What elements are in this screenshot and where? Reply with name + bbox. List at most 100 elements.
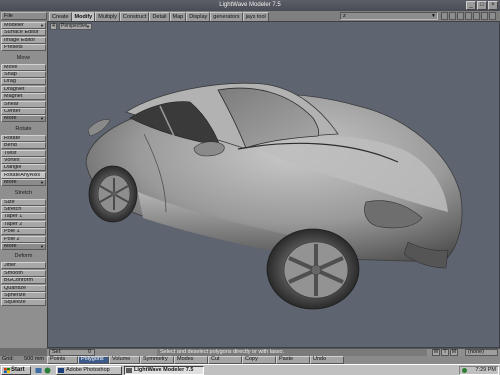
maximize-button[interactable]: □ [477,1,487,10]
start-button[interactable]: Start [1,366,31,375]
grid-value: 500 mm [24,356,44,362]
paste-button[interactable]: Paste [276,356,310,364]
clock: 7:29 PM [475,367,496,373]
tool-rotateanyaxis[interactable]: RotateAnyAxis [1,171,46,179]
tool-pole-2[interactable]: Pole 2 [1,235,46,243]
tool-label: Spherize [4,292,26,298]
chevron-down-icon: ▼ [431,13,436,19]
taskbar-item-lightwave[interactable]: LightWave Modeler 7.5 [124,366,204,375]
tool-label: BGConform [4,277,34,284]
perspective-viewport[interactable]: 4 Perspective ▼ [47,21,500,348]
tool-label: Image Editor [4,36,36,43]
tool-jitter[interactable]: Jitter [1,262,46,270]
tool-label: Dangle [4,164,22,171]
tab-generators[interactable]: generators [210,12,243,21]
layer-button[interactable] [473,12,480,20]
layer-button[interactable] [489,12,496,20]
cut-button[interactable]: Cut [208,356,242,364]
close-button[interactable]: × [488,1,498,10]
tool-snap[interactable]: Snap [1,71,46,78]
undo-button[interactable]: Undo [310,356,344,364]
modeler-menu[interactable]: Modeler ▼ [1,22,46,29]
tool-label: Center [4,108,21,114]
tab-create[interactable]: Create [49,12,72,21]
layer-button[interactable] [449,12,456,20]
tool-taper-2[interactable]: Taper 2 [1,220,46,228]
layer-button[interactable] [465,12,472,20]
tool-squeeze[interactable]: Squeeze [1,299,46,307]
taskbar-item-photoshop[interactable]: Adobe Photoshop [56,366,122,375]
view-type-select[interactable]: Perspective ▼ [59,23,92,30]
tool-bend[interactable]: Bend [1,142,46,150]
tool-smooth[interactable]: Smooth [1,269,46,277]
more-menu[interactable]: More ▼ [1,115,46,123]
more-menu[interactable]: More ▼ [1,243,46,250]
quick-launch-icon[interactable] [35,367,42,374]
modes-button[interactable]: Modes [174,356,208,364]
chevron-down-icon: ▼ [86,24,90,29]
tool-dragnet[interactable]: DragNet [1,85,46,93]
tab-modify[interactable]: Modify [71,12,96,21]
tab-detail[interactable]: Detail [149,12,170,21]
tool-label: Taper 2 [4,220,23,227]
surface-select[interactable]: (none) [465,349,498,356]
tab-map[interactable]: Map [169,12,187,21]
viewport-header: 4 Perspective ▼ [50,23,92,30]
chevron-down-icon: ▼ [40,244,44,249]
polygons-button[interactable]: Polygons [78,356,109,364]
tool-pole-1[interactable]: Pole 1 [1,228,46,236]
tool-size[interactable]: Size [1,198,46,206]
wtm-buttons: W T M [432,349,458,356]
tool-label: Surface Editor [4,29,39,36]
tool-bgconform[interactable]: BGConform [1,277,46,285]
symmetry-button[interactable]: Symmetry [140,356,174,364]
tool-stretch[interactable]: Stretch [1,206,46,213]
surface-editor-button[interactable]: Surface Editor [1,29,46,37]
tool-move[interactable]: Move [1,63,46,71]
chevron-down-icon: ▼ [40,23,44,28]
tool-label: Bend [4,142,17,149]
tab-jays-tool[interactable]: jays tool [242,12,269,21]
tab-multiply[interactable]: Multiply [95,12,120,21]
sel-label: Sel: [52,349,62,355]
w-button[interactable]: W [432,349,440,356]
tool-quantize[interactable]: Quantize [1,284,46,292]
tab-display[interactable]: Display [186,12,211,21]
tool-twist[interactable]: Twist [1,149,46,157]
minimize-button[interactable]: _ [466,1,476,10]
tool-magnet[interactable]: Magnet [1,93,46,101]
presets-button[interactable]: Presets [1,44,46,52]
tool-shear[interactable]: Shear [1,100,46,108]
file-menu-button[interactable]: File [1,12,47,20]
deform-section-header: Deform [14,253,33,260]
tool-dangle[interactable]: Dangle [1,164,46,172]
image-editor-button[interactable]: Image Editor [1,36,46,44]
viewport-number[interactable]: 4 [50,23,57,30]
tool-vortex[interactable]: Vortex [1,157,46,164]
points-button[interactable]: Points [47,356,78,364]
m-button[interactable]: M [450,349,458,356]
layer-button[interactable] [457,12,464,20]
more-menu[interactable]: More ▼ [1,179,46,187]
tool-label: DragNet [4,85,25,92]
tool-spherize[interactable]: Spherize [1,292,46,299]
tool-label: Presets [4,44,23,51]
tool-rotate[interactable]: Rotate [1,134,46,142]
windows-taskbar: Start Adobe Photoshop LightWave Modeler … [0,364,500,375]
layer-select[interactable]: z ▼ [340,12,438,20]
layer-button[interactable] [481,12,488,20]
tab-construct[interactable]: Construct [119,12,150,21]
tool-taper-1[interactable]: Taper 1 [1,213,46,221]
rotate-section-header: Rotate [15,125,32,132]
volume-button[interactable]: Volume [109,356,140,364]
tool-label: More [4,115,17,122]
tool-label: Rotate [4,134,21,141]
copy-button[interactable]: Copy [242,356,276,364]
layer-button[interactable] [441,12,448,20]
t-button[interactable]: T [441,349,449,356]
quick-launch-icon[interactable] [44,367,51,374]
tool-drag[interactable]: Drag [1,78,46,86]
tool-label: Move [4,63,18,70]
tool-label: More [4,243,17,249]
tool-center[interactable]: Center [1,108,46,115]
